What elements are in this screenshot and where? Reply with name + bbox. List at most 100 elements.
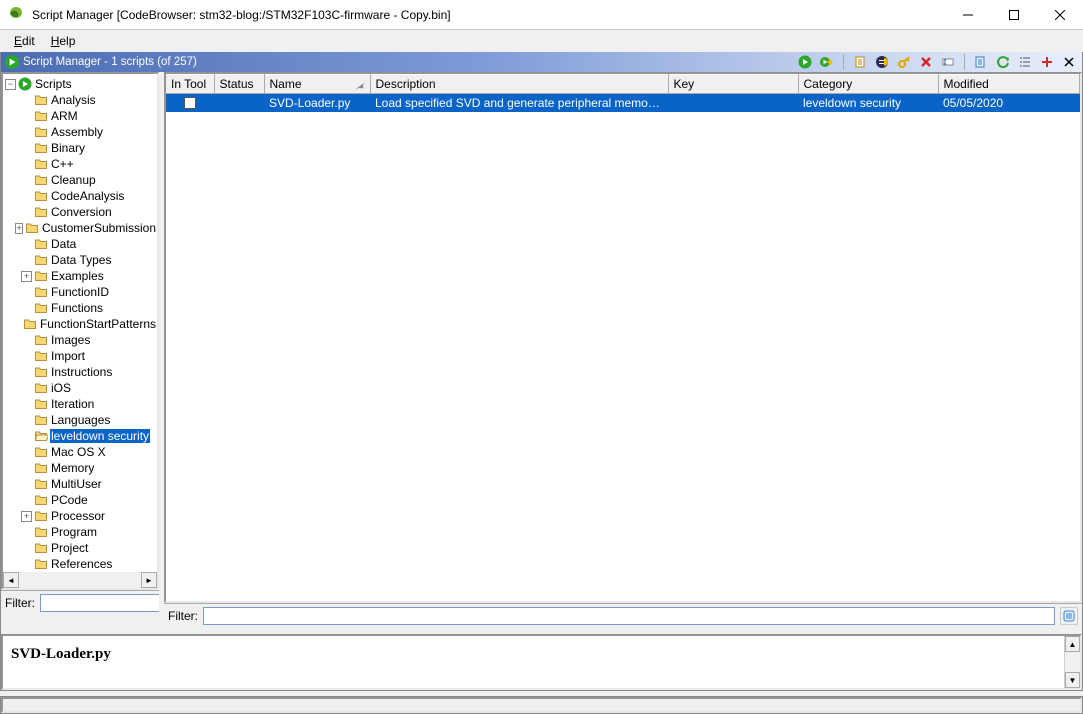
toolbar-separator-2: [964, 54, 965, 70]
run-badge-icon: [18, 77, 32, 91]
folder-icon: [34, 477, 48, 491]
tree-item-label: PCode: [50, 493, 89, 507]
expander-icon[interactable]: −: [5, 79, 16, 90]
script-directories-button[interactable]: [1016, 53, 1034, 71]
tree-root-label: Scripts: [34, 77, 73, 91]
col-in-tool[interactable]: In Tool: [166, 75, 214, 94]
folder-icon: [34, 205, 48, 219]
tree-item-label: CodeAnalysis: [50, 189, 125, 203]
table-filter-input[interactable]: [203, 607, 1055, 625]
tree-item[interactable]: leveldown security: [3, 428, 157, 444]
folder-icon: [34, 125, 48, 139]
new-script-button[interactable]: [972, 53, 990, 71]
tree-item[interactable]: Data Types: [3, 252, 157, 268]
tree-item-label: Cleanup: [50, 173, 97, 187]
tree-item-label: Instructions: [50, 365, 113, 379]
tree-item[interactable]: ARM: [3, 108, 157, 124]
tree-item[interactable]: Functions: [3, 300, 157, 316]
tree-item[interactable]: Images: [3, 332, 157, 348]
category-tree[interactable]: − ScriptsAnalysisARMAssemblyBinaryC++Clea…: [3, 74, 157, 572]
tree-item[interactable]: Cleanup: [3, 172, 157, 188]
tree-item[interactable]: C++: [3, 156, 157, 172]
tree-item[interactable]: Project: [3, 540, 157, 556]
tree-item-label: Processor: [50, 509, 106, 523]
col-modified[interactable]: Modified: [938, 75, 1080, 94]
minimize-button[interactable]: [945, 0, 991, 30]
delete-script-button[interactable]: [917, 53, 935, 71]
folder-icon: [34, 541, 48, 555]
tree-item[interactable]: Mac OS X: [3, 444, 157, 460]
expander-icon[interactable]: +: [21, 271, 32, 282]
close-panel-button[interactable]: [1060, 53, 1078, 71]
table-filter-bar: Filter:: [164, 603, 1082, 628]
table-header[interactable]: In Tool Status Name Description Key Cate…: [166, 75, 1080, 94]
maximize-button[interactable]: [991, 0, 1037, 30]
tree-item[interactable]: CodeAnalysis: [3, 188, 157, 204]
in-tool-checkbox[interactable]: [184, 97, 196, 109]
table-row[interactable]: SVD-Loader.pyLoad specified SVD and gene…: [166, 94, 1080, 113]
tree-item[interactable]: iOS: [3, 380, 157, 396]
tree-item[interactable]: Iteration: [3, 396, 157, 412]
run-script-button[interactable]: [796, 53, 814, 71]
col-description[interactable]: Description: [370, 75, 668, 94]
tree-item[interactable]: Languages: [3, 412, 157, 428]
folder-icon: [34, 269, 48, 283]
tree-item[interactable]: MultiUser: [3, 476, 157, 492]
table-filter-options-button[interactable]: [1060, 607, 1078, 625]
details-vertical-scrollbar[interactable]: ▲▼: [1064, 636, 1080, 688]
tree-item-label: Iteration: [50, 397, 95, 411]
tree-item-label: Conversion: [50, 205, 113, 219]
tree-item[interactable]: +CustomerSubmission: [3, 220, 157, 236]
tree-item-label: Program: [50, 525, 98, 539]
folder-icon: [34, 381, 48, 395]
key-binding-button[interactable]: [895, 53, 913, 71]
close-button[interactable]: [1037, 0, 1083, 30]
col-category[interactable]: Category: [798, 75, 938, 94]
menu-help-rest: elp: [59, 34, 75, 48]
edit-script-button[interactable]: [851, 53, 869, 71]
create-button[interactable]: [1038, 53, 1056, 71]
tree-item[interactable]: + Processor: [3, 508, 157, 524]
tree-item[interactable]: PCode: [3, 492, 157, 508]
tree-item[interactable]: Assembly: [3, 124, 157, 140]
menu-help[interactable]: Help: [43, 32, 84, 50]
menu-edit[interactable]: Edit: [6, 32, 43, 50]
tree-root[interactable]: − Scripts: [3, 76, 157, 92]
col-name[interactable]: Name: [264, 75, 370, 94]
rename-script-button[interactable]: [939, 53, 957, 71]
cell-key: [668, 94, 798, 113]
refresh-button[interactable]: [994, 53, 1012, 71]
script-table: In Tool Status Name Description Key Cate…: [164, 72, 1082, 603]
tree-item[interactable]: Memory: [3, 460, 157, 476]
col-key[interactable]: Key: [668, 75, 798, 94]
eclipse-button[interactable]: [873, 53, 891, 71]
menubar: Edit Help: [0, 30, 1083, 52]
tree-item-label: Mac OS X: [50, 445, 107, 459]
tree-item-label: Binary: [50, 141, 86, 155]
col-status[interactable]: Status: [214, 75, 264, 94]
tree-item[interactable]: Instructions: [3, 364, 157, 380]
tree-item[interactable]: Conversion: [3, 204, 157, 220]
tree-item-label: ARM: [50, 109, 79, 123]
tree-item-label: Functions: [50, 301, 104, 315]
folder-icon: [23, 317, 37, 331]
folder-icon: [34, 397, 48, 411]
tree-item[interactable]: Import: [3, 348, 157, 364]
tree-item[interactable]: FunctionID: [3, 284, 157, 300]
tree-item[interactable]: FunctionStartPatterns: [3, 316, 157, 332]
run-last-button[interactable]: [818, 53, 836, 71]
folder-icon: [34, 413, 48, 427]
tree-horizontal-scrollbar[interactable]: ◄►: [3, 572, 157, 588]
tree-item[interactable]: Binary: [3, 140, 157, 156]
tree-item[interactable]: Data: [3, 236, 157, 252]
tree-item[interactable]: +Examples: [3, 268, 157, 284]
tree-item[interactable]: Analysis: [3, 92, 157, 108]
expander-icon[interactable]: +: [21, 511, 32, 522]
category-tree-panel: − ScriptsAnalysisARMAssemblyBinaryC++Clea…: [1, 72, 159, 590]
tree-item-label: Images: [50, 333, 91, 347]
tree-item[interactable]: References: [3, 556, 157, 572]
expander-icon[interactable]: +: [15, 223, 23, 234]
cell-name: SVD-Loader.py: [264, 94, 370, 113]
titlebar: Script Manager [CodeBrowser: stm32-blog:…: [0, 0, 1083, 30]
tree-item[interactable]: Program: [3, 524, 157, 540]
